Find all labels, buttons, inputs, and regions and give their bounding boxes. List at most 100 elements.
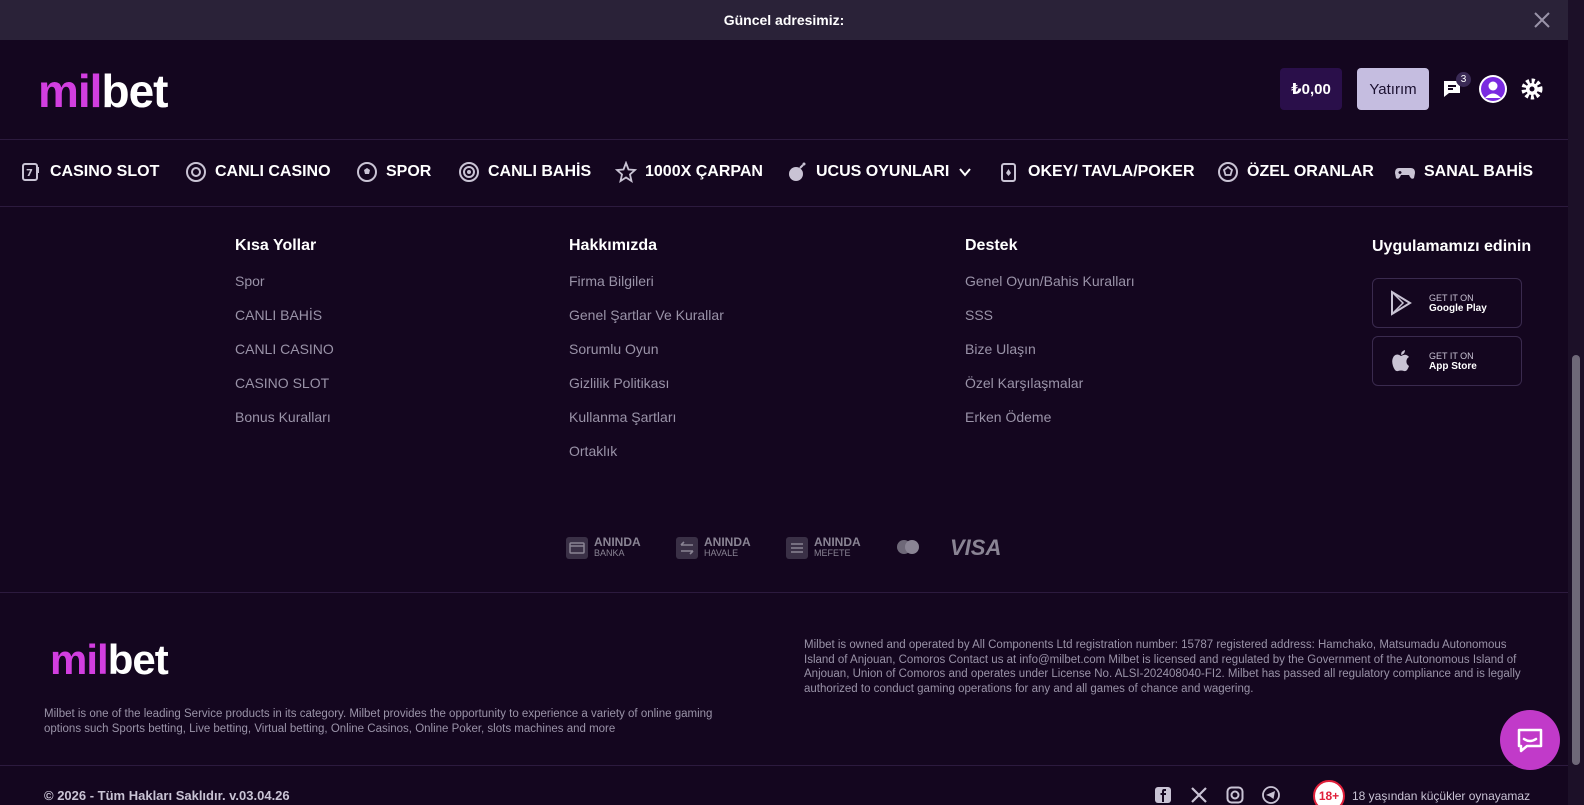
live-icon xyxy=(459,162,479,182)
column-title: Kısa Yollar xyxy=(235,237,317,254)
column-title: Hakkımızda xyxy=(569,237,658,254)
google-play-icon xyxy=(1391,290,1412,316)
store-small: GET IT ON xyxy=(1429,350,1474,361)
live-chat-button[interactable] xyxy=(1500,710,1560,770)
footer-link[interactable]: Firma Bilgileri xyxy=(569,271,724,305)
transfer-icon xyxy=(676,537,698,559)
payment-aninda-banka: ANINDA BANKA xyxy=(566,533,641,563)
footer-link[interactable]: Ortaklık xyxy=(569,441,724,475)
footer-link[interactable]: CANLI BAHİS xyxy=(235,305,334,339)
cards-icon xyxy=(1001,163,1016,182)
chat-bubble-icon xyxy=(1517,728,1543,753)
payment-mastercard xyxy=(894,533,922,563)
logo-part-2: bet xyxy=(101,65,168,117)
menu-lines-icon xyxy=(786,537,808,559)
footer-link[interactable]: CANLI CASINO xyxy=(235,339,334,373)
nav-label: SANAL BAHİS xyxy=(1424,163,1534,180)
app-store-button[interactable]: GET IT ON App Store xyxy=(1372,336,1522,386)
store-small: GET IT ON xyxy=(1429,292,1474,303)
mastercard-icon xyxy=(897,540,919,554)
payment-aninda-mefete: ANINDA MEFETE xyxy=(786,533,861,563)
svg-text:7: 7 xyxy=(26,168,33,179)
footer-link[interactable]: Sorumlu Oyun xyxy=(569,339,724,373)
nav-label: UCUS OYUNLARI xyxy=(816,163,950,180)
footer-link[interactable]: Genel Şartlar Ve Kurallar xyxy=(569,305,724,339)
notification-badge: 3 xyxy=(1456,72,1471,87)
x-icon[interactable] xyxy=(1190,786,1208,804)
deposit-button[interactable]: Yatırım xyxy=(1357,68,1429,110)
footer-link[interactable]: Bonus Kuralları xyxy=(235,407,334,441)
pay-sub: HAVALE xyxy=(704,548,739,558)
nav-label: ÖZEL ORANLAR xyxy=(1247,163,1374,180)
nav-item-canli-bahis[interactable]: CANLI BAHİS xyxy=(458,161,591,183)
footer-logo[interactable]: mil bet xyxy=(50,636,169,684)
pay-sub: MEFETE xyxy=(814,548,851,558)
nav-label: CASINO SLOT xyxy=(50,163,160,180)
logo-part-2: bet xyxy=(107,636,169,683)
footer-column-support: Destek Genel Oyun/Bahis Kuralları SSS Bi… xyxy=(965,237,1135,441)
instagram-icon[interactable] xyxy=(1226,786,1244,804)
apple-icon xyxy=(1392,350,1409,372)
pay-title: ANINDA xyxy=(704,535,751,549)
telegram-icon[interactable] xyxy=(1262,786,1280,804)
gear-icon[interactable] xyxy=(1520,77,1544,101)
footer-column-about: Hakkımızda Firma Bilgileri Genel Şartlar… xyxy=(569,237,724,475)
payment-aninda-havale: ANINDA HAVALE xyxy=(676,533,751,563)
payment-visa: VISA xyxy=(950,535,1002,560)
main-nav: 7 CASINO SLOT CANLI CASINO SPOR CANLI BA… xyxy=(0,141,1568,207)
legal-text: Milbet is owned and operated by All Comp… xyxy=(804,639,1521,695)
avatar-icon[interactable] xyxy=(1478,74,1508,104)
about-text: Milbet is one of the leading Service pro… xyxy=(44,708,713,735)
star-icon xyxy=(615,161,637,183)
announcement-text: Güncel adresimiz: xyxy=(723,12,845,28)
ball-icon xyxy=(1218,162,1238,182)
close-icon[interactable] xyxy=(1532,10,1552,30)
nav-item-sanal-bahis[interactable]: SANAL BAHİS xyxy=(1394,161,1533,183)
chip-icon xyxy=(186,162,206,182)
nav-item-canli-casino[interactable]: CANLI CASINO xyxy=(185,161,331,183)
scrollbar[interactable] xyxy=(1568,0,1584,805)
balance-display[interactable]: ₺0,00 xyxy=(1280,68,1342,110)
google-play-button[interactable]: GET IT ON Google Play xyxy=(1372,278,1522,328)
facebook-icon[interactable] xyxy=(1154,786,1172,804)
nav-item-ozel-oranlar[interactable]: ÖZEL ORANLAR xyxy=(1217,161,1374,183)
nav-label: CANLI BAHİS xyxy=(488,163,592,180)
logo-part-1: mil xyxy=(38,65,102,117)
store-big: App Store xyxy=(1429,360,1477,372)
age-restriction-badge: 18+ xyxy=(1313,780,1345,805)
slot-icon: 7 xyxy=(22,163,39,181)
footer-link[interactable]: Özel Karşılaşmalar xyxy=(965,373,1135,407)
nav-item-1000x-carpan[interactable]: 1000X ÇARPAN xyxy=(615,161,763,183)
scrollbar-thumb[interactable] xyxy=(1572,355,1580,765)
footer-link[interactable]: Bize Ulaşın xyxy=(965,339,1135,373)
footer-link[interactable]: Genel Oyun/Bahis Kuralları xyxy=(965,271,1135,305)
bomb-icon xyxy=(789,162,806,181)
copyright: © 2026 - Tüm Hakları Saklıdır. v.03.04.2… xyxy=(44,788,290,803)
nav-item-spor[interactable]: SPOR xyxy=(356,161,431,183)
nav-item-okey-tavla-poker[interactable]: OKEY/ TAVLA/POKER xyxy=(998,161,1195,183)
pay-title: ANINDA xyxy=(594,535,641,549)
header: mil bet ₺0,00 Yatırım 3 xyxy=(0,40,1568,140)
footer-column-shortcuts: Kısa Yollar Spor CANLI BAHİS CANLI CASIN… xyxy=(235,237,334,441)
nav-label: CANLI CASINO xyxy=(215,163,331,180)
nav-label: SPOR xyxy=(386,163,432,180)
nav-label: OKEY/ TAVLA/POKER xyxy=(1028,163,1195,180)
soccer-ball-icon xyxy=(357,162,377,182)
footer-link[interactable]: Gizlilik Politikası xyxy=(569,373,724,407)
footer-link[interactable]: CASINO SLOT xyxy=(235,373,334,407)
footer-link[interactable]: SSS xyxy=(965,305,1135,339)
pay-title: ANINDA xyxy=(814,535,861,549)
footer-divider xyxy=(0,765,1568,766)
nav-item-ucus-oyunlari[interactable]: UCUS OYUNLARI xyxy=(786,161,973,183)
footer-link[interactable]: Erken Ödeme xyxy=(965,407,1135,441)
logo[interactable]: mil bet xyxy=(38,64,168,118)
logo-part-1: mil xyxy=(50,636,109,683)
nav-label: 1000X ÇARPAN xyxy=(645,163,763,180)
nav-item-casino-slot[interactable]: 7 CASINO SLOT xyxy=(20,161,159,183)
gamepad-icon xyxy=(1395,168,1415,179)
store-big: Google Play xyxy=(1429,302,1487,314)
footer-link[interactable]: Spor xyxy=(235,271,334,305)
age-restriction-text: 18 yaşından küçükler oynayamaz xyxy=(1352,789,1531,803)
chevron-down-icon xyxy=(959,168,972,177)
footer-link[interactable]: Kullanma Şartları xyxy=(569,407,724,441)
